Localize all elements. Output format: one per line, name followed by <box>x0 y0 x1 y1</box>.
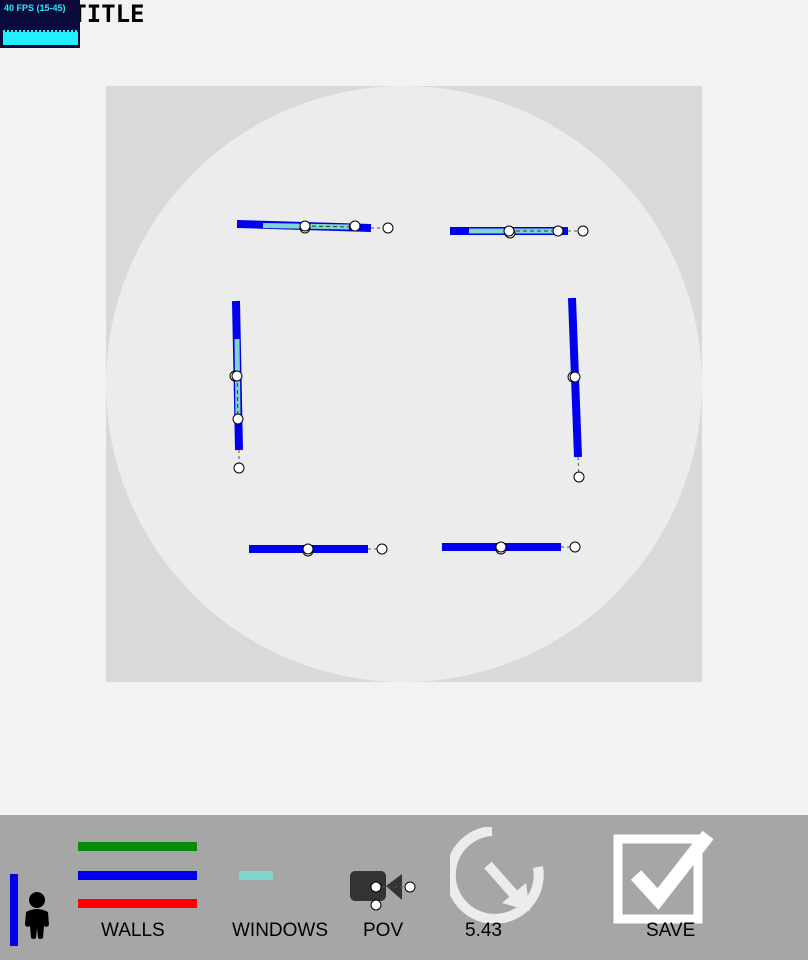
window-swatch[interactable] <box>239 871 273 880</box>
fps-label: 40 FPS (15-45) <box>4 3 66 13</box>
save-button[interactable]: SAVE <box>612 825 722 950</box>
rotate-handle[interactable] <box>382 222 394 234</box>
floorplan-svg[interactable] <box>106 86 702 682</box>
checkbox-check-icon <box>613 830 714 924</box>
floorplan-canvas[interactable] <box>106 86 702 682</box>
bottom-toolbar: WALLS WINDOWS POV 5.43 SAVE <box>0 815 808 960</box>
view-circle <box>106 86 702 682</box>
wall-handle[interactable] <box>569 371 581 383</box>
rotate-icon <box>445 826 544 924</box>
pov-label: POV <box>363 920 404 941</box>
wall-handle[interactable] <box>302 543 314 555</box>
wall-handle[interactable] <box>503 225 515 237</box>
windows-label: WINDOWS <box>232 920 329 941</box>
rotate-handle[interactable] <box>569 541 581 553</box>
wall-style-red[interactable] <box>78 899 197 908</box>
height-bar[interactable] <box>10 874 18 946</box>
fps-graph <box>3 32 78 45</box>
rotate-handle[interactable] <box>577 225 589 237</box>
walls-label: WALLS <box>101 920 165 941</box>
windows-tool[interactable]: WINDOWS <box>232 870 342 941</box>
wall-handle[interactable] <box>231 370 243 382</box>
camera-icon <box>350 871 416 911</box>
fps-meter: 40 FPS (15-45) <box>0 0 80 48</box>
pov-tool[interactable]: POV <box>348 867 420 942</box>
wall-style-green[interactable] <box>78 842 197 851</box>
window-handle[interactable] <box>232 413 244 425</box>
save-label: SAVE <box>646 920 696 941</box>
wall-style-blue[interactable] <box>78 871 197 880</box>
rotate-handle[interactable] <box>573 471 585 483</box>
wall-handle[interactable] <box>495 541 507 553</box>
rotation-value: 5.43 <box>465 920 502 941</box>
rotation-tool[interactable]: 5.43 <box>445 826 550 947</box>
window-handle[interactable] <box>349 220 361 232</box>
rotate-handle[interactable] <box>376 543 388 555</box>
person-icon[interactable] <box>22 890 52 940</box>
window-handle[interactable] <box>552 225 564 237</box>
rotate-handle[interactable] <box>233 462 245 474</box>
walls-tool[interactable]: WALLS <box>78 842 198 941</box>
wall-handle[interactable] <box>299 220 311 232</box>
